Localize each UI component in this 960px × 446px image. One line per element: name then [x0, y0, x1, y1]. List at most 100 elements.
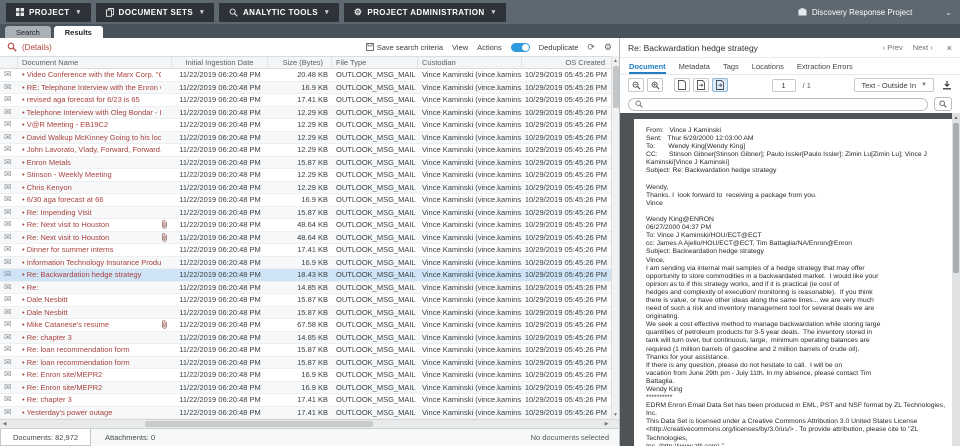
menu-project-administration[interactable]: ⚙ PROJECT ADMINISTRATION ▾: [343, 2, 506, 22]
page-number-input[interactable]: 1: [771, 78, 796, 92]
table-row[interactable]: ✉ Telephone Interview with Oleg Bondar -…: [0, 106, 611, 119]
table-row[interactable]: ✉ Yesterday's power outage 11/22/2019 06…: [0, 406, 611, 419]
details-link[interactable]: (Details): [22, 43, 52, 52]
document-name-link[interactable]: Re:: [22, 283, 161, 292]
menu-analytic-tools[interactable]: ANALYTIC TOOLS ▾: [218, 2, 339, 22]
documents-count[interactable]: Documents: 82,972: [0, 429, 92, 446]
table-row[interactable]: ✉ Re: 11/22/2019 06:20:48 PM 14.85 KB OU…: [0, 281, 611, 294]
table-row[interactable]: ✉ Video Conference with the Marx Corp. "…: [0, 69, 611, 82]
table-row[interactable]: ✉ Stinson - Weekly Meeting 11/22/2019 06…: [0, 169, 611, 182]
tab-results[interactable]: Results: [53, 26, 103, 38]
search-icon[interactable]: [7, 42, 17, 52]
document-name-link[interactable]: Dale Nesbitt: [22, 308, 161, 317]
scrollbar-thumb[interactable]: [953, 123, 959, 273]
viewer-mode-select[interactable]: Text - Outside In ▼: [854, 78, 934, 92]
zoom-in-button[interactable]: [647, 78, 663, 92]
column-file-type[interactable]: File Type: [332, 57, 418, 68]
close-icon[interactable]: ×: [947, 43, 952, 53]
tab-locations[interactable]: Locations: [752, 58, 784, 74]
table-row[interactable]: ✉ Re: chapter 3 11/22/2019 06:20:48 PM 1…: [0, 394, 611, 407]
next-document-button[interactable]: Next ›: [913, 43, 933, 52]
document-name-link[interactable]: Dale Nesbitt: [22, 295, 161, 304]
viewer-vertical-scrollbar[interactable]: ▲: [952, 113, 960, 446]
table-row[interactable]: ✉ Re: Enron site/MEPR2 11/22/2019 06:20:…: [0, 369, 611, 382]
table-row[interactable]: ✉ 6/30 aga forecast at 66 11/22/2019 06:…: [0, 194, 611, 207]
document-name-link[interactable]: Dinner for summer interns: [22, 245, 161, 254]
column-os-created[interactable]: OS Created: [522, 57, 611, 68]
view-native-button[interactable]: [674, 78, 690, 92]
scroll-up-arrow-icon[interactable]: ▲: [612, 56, 619, 65]
document-name-link[interactable]: Re: Backwardation hedge strategy: [22, 270, 161, 279]
view-text-button[interactable]: [693, 78, 709, 92]
column-size-bytes[interactable]: Size (Bytes): [268, 57, 332, 68]
document-name-link[interactable]: Chris Kenyon: [22, 183, 161, 192]
document-name-link[interactable]: 6/30 aga forecast at 66: [22, 195, 161, 204]
document-name-link[interactable]: Re: chapter 3: [22, 333, 161, 342]
tab-extraction-errors[interactable]: Extraction Errors: [797, 58, 853, 74]
refresh-icon[interactable]: ⟳: [587, 42, 595, 53]
table-row[interactable]: ✉ Re: loan recommendation form 11/22/201…: [0, 356, 611, 369]
document-name-link[interactable]: Re: loan recommendation form: [22, 345, 161, 354]
document-name-link[interactable]: John Lavorato, Vlady, Forward, Forward, …: [22, 145, 161, 154]
actions-menu-button[interactable]: Actions: [477, 43, 502, 52]
document-name-link[interactable]: Re: Next visit to Houston: [22, 233, 161, 242]
column-custodian[interactable]: Custodian: [418, 57, 522, 68]
scroll-up-arrow-icon[interactable]: ▲: [952, 113, 960, 122]
tab-metadata[interactable]: Metadata: [679, 58, 710, 74]
table-row[interactable]: ✉ Re: chapter 3 11/22/2019 06:20:48 PM 1…: [0, 331, 611, 344]
document-name-link[interactable]: Information Technology Insurance Product…: [22, 258, 161, 267]
document-name-link[interactable]: Yesterday's power outage: [22, 408, 161, 417]
view-converted-button[interactable]: [712, 78, 728, 92]
document-name-link[interactable]: Re: loan recommendation form: [22, 358, 161, 367]
document-name-link[interactable]: Mike Catanese's resume: [22, 320, 161, 329]
table-row[interactable]: ✉ Information Technology Insurance Produ…: [0, 256, 611, 269]
column-document-name[interactable]: Document Name: [18, 57, 172, 68]
document-name-link[interactable]: Re: chapter 3: [22, 395, 161, 404]
table-row[interactable]: ✉ John Lavorato, Vlady, Forward, Forward…: [0, 144, 611, 157]
scrollbar-thumb[interactable]: [613, 66, 619, 108]
table-row[interactable]: ✉ Chris Kenyon 11/22/2019 06:20:48 PM 12…: [0, 181, 611, 194]
scroll-left-arrow-icon[interactable]: ◀: [0, 421, 9, 427]
document-search-input[interactable]: [647, 99, 921, 109]
document-name-link[interactable]: Re: Next visit to Houston: [22, 220, 161, 229]
menu-project[interactable]: PROJECT ▾: [6, 2, 91, 22]
document-search-button[interactable]: [934, 97, 952, 111]
attachments-count[interactable]: Attachments: 0: [91, 433, 169, 442]
menu-document-sets[interactable]: DOCUMENT SETS ▾: [95, 2, 214, 22]
save-search-criteria-button[interactable]: Save search criteria: [365, 43, 443, 52]
table-row[interactable]: ✉ Dale Nesbitt 11/22/2019 06:20:48 PM 15…: [0, 294, 611, 307]
document-name-link[interactable]: V@R Meeting - EB19C2: [22, 120, 161, 129]
zoom-out-button[interactable]: [628, 78, 644, 92]
tab-tags[interactable]: Tags: [723, 58, 739, 74]
project-selector[interactable]: Discovery Response Project ⌄: [798, 8, 952, 17]
prev-document-button[interactable]: ‹ Prev: [883, 43, 903, 52]
view-menu-button[interactable]: View: [452, 43, 468, 52]
table-vertical-scrollbar[interactable]: ▲ ▼: [611, 56, 619, 419]
table-row[interactable]: ✉ RE: Telephone Interview with the Enron…: [0, 81, 611, 94]
table-horizontal-scrollbar[interactable]: ◀ ▶: [0, 419, 619, 428]
table-row[interactable]: ✉ Dale Nesbitt 11/22/2019 06:20:48 PM 15…: [0, 306, 611, 319]
scrollbar-thumb[interactable]: [145, 421, 373, 427]
table-row[interactable]: ✉ David Walkup McKinney Going to his loc…: [0, 131, 611, 144]
table-row[interactable]: ✉ Dinner for summer interns 11/22/2019 0…: [0, 244, 611, 257]
table-row[interactable]: ✉ Re: Next visit to Houston 11/22/2019 0…: [0, 219, 611, 232]
download-icon[interactable]: [942, 80, 952, 90]
deduplicate-toggle[interactable]: [510, 42, 530, 52]
document-name-link[interactable]: Re: Impending Visit: [22, 208, 161, 217]
document-name-link[interactable]: revised aga forecast for 6/23 is 65: [22, 95, 161, 104]
table-row[interactable]: ✉ Enron Metals 11/22/2019 06:20:48 PM 15…: [0, 156, 611, 169]
column-initial-ingestion-date[interactable]: Initial Ingestion Date: [172, 57, 268, 68]
table-row[interactable]: ✉ Re: Impending Visit 11/22/2019 06:20:4…: [0, 206, 611, 219]
table-row[interactable]: ✉ V@R Meeting - EB19C2 11/22/2019 06:20:…: [0, 119, 611, 132]
scroll-down-arrow-icon[interactable]: ▼: [612, 410, 619, 419]
document-name-link[interactable]: RE: Telephone Interview with the Enron C…: [22, 83, 161, 92]
document-name-link[interactable]: Telephone Interview with Oleg Bondar - E…: [22, 108, 161, 117]
table-row[interactable]: ✉ Re: loan recommendation form 11/22/201…: [0, 344, 611, 357]
document-name-link[interactable]: Video Conference with the Marx Corp. "C.…: [22, 70, 161, 79]
tab-search[interactable]: Search: [5, 26, 51, 38]
document-name-link[interactable]: David Walkup McKinney Going to his locat…: [22, 133, 161, 142]
table-row[interactable]: ✉ Re: Backwardation hedge strategy 11/22…: [0, 269, 611, 282]
tab-document[interactable]: Document: [629, 58, 666, 74]
table-row[interactable]: ✉ Re: Next visit to Houston 11/22/2019 0…: [0, 231, 611, 244]
table-row[interactable]: ✉ Mike Catanese's resume 11/22/2019 06:2…: [0, 319, 611, 332]
